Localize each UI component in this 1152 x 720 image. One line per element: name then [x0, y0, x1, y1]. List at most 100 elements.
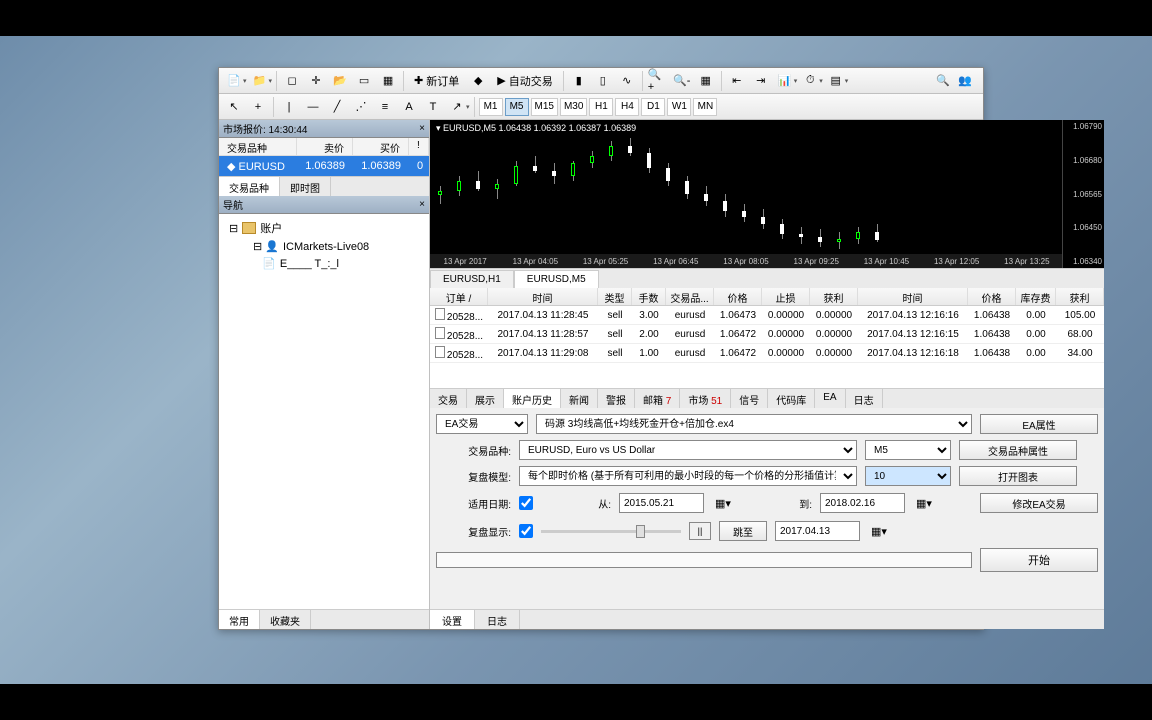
fibo-icon[interactable]: ≡: [374, 96, 396, 118]
close-icon[interactable]: ×: [419, 123, 425, 134]
start-button[interactable]: 开始: [980, 548, 1098, 572]
cursor-icon[interactable]: ↖: [223, 96, 245, 118]
equidist-icon[interactable]: ⋰: [350, 96, 372, 118]
open-icon[interactable]: 📁: [249, 70, 271, 92]
from-date-field[interactable]: [619, 493, 704, 513]
grid-tab[interactable]: 市场 51: [680, 389, 731, 408]
crosshair-icon[interactable]: ✛: [305, 70, 327, 92]
chart-title: ▾ EURUSD,M5 1.06438 1.06392 1.06387 1.06…: [436, 123, 636, 134]
timeframe-D1[interactable]: D1: [641, 98, 665, 116]
table-row[interactable]: 20528...2017.04.13 11:29:08sell1.00eurus…: [430, 344, 1104, 363]
tab-tick-chart[interactable]: 即时图: [280, 177, 331, 196]
zoom-in-icon[interactable]: 🔍+: [647, 70, 669, 92]
nav-icon[interactable]: 📂: [329, 70, 351, 92]
drawing-toolbar: ↖ + | — ╱ ⋰ ≡ A T ↗▾ M1M5M15M30H1H4D1W1M…: [219, 94, 983, 120]
text-icon[interactable]: A: [398, 96, 420, 118]
tab-favorites[interactable]: 收藏夹: [260, 610, 311, 629]
to-label: 到:: [742, 496, 812, 511]
model-label: 复盘模型:: [436, 469, 511, 484]
new-file-icon[interactable]: 📄: [223, 70, 245, 92]
market-watch-columns: 交易品种 卖价 买价 !: [219, 138, 429, 156]
to-date-field[interactable]: [820, 493, 905, 513]
terminal-icon[interactable]: ▭: [353, 70, 375, 92]
profiles-icon[interactable]: ◻: [281, 70, 303, 92]
ea-file-combo[interactable]: 码源 3均线高低+均线死金开仓+倍加仓.ex4: [536, 414, 972, 434]
chart-tab-m5[interactable]: EURUSD,M5: [514, 270, 599, 288]
trendline-icon[interactable]: ╱: [326, 96, 348, 118]
tile-icon[interactable]: ▦: [695, 70, 717, 92]
timeframe-MN[interactable]: MN: [693, 98, 717, 116]
period-combo[interactable]: M5: [865, 440, 951, 460]
arrows-icon[interactable]: ↗: [446, 96, 468, 118]
indicators-icon[interactable]: 📊: [774, 70, 796, 92]
grid-tab[interactable]: 警报: [598, 389, 635, 408]
grid-tab[interactable]: EA: [815, 389, 845, 408]
grid-tab[interactable]: 邮箱 7: [635, 389, 680, 408]
timeframe-W1[interactable]: W1: [667, 98, 691, 116]
use-date-checkbox[interactable]: [519, 496, 533, 510]
search-icon[interactable]: 🔍: [935, 70, 951, 92]
autoscroll-icon[interactable]: ⇥: [750, 70, 772, 92]
calendar-icon[interactable]: ▦▾: [868, 520, 890, 542]
main-toolbar: 📄▾ 📁▾ ◻ ✛ 📂 ▭ ▦ ✚ 新订单 ◆ ▶ 自动交易 ▮ ▯ ∿ 🔍+ …: [219, 68, 983, 94]
grid-tab[interactable]: 代码库: [768, 389, 815, 408]
hline-icon[interactable]: —: [302, 96, 324, 118]
candle-icon[interactable]: ▯: [592, 70, 614, 92]
table-row[interactable]: 20528...2017.04.13 11:28:45sell3.00eurus…: [430, 306, 1104, 325]
pause-button[interactable]: ||: [689, 522, 711, 540]
skip-date-field[interactable]: [775, 521, 860, 541]
shift-icon[interactable]: ⇤: [726, 70, 748, 92]
chart[interactable]: ▾ EURUSD,M5 1.06438 1.06392 1.06387 1.06…: [430, 120, 1104, 268]
calendar-icon[interactable]: ▦▾: [712, 492, 734, 514]
chart-tab-h1[interactable]: EURUSD,H1: [430, 270, 514, 288]
timeframe-H4[interactable]: H4: [615, 98, 639, 116]
tester-tab-journal[interactable]: 日志: [475, 610, 520, 629]
market-row-eurusd[interactable]: ◆ EURUSD 1.06389 1.06389 0: [219, 156, 429, 176]
line-chart-icon[interactable]: ∿: [616, 70, 638, 92]
auto-trade-button[interactable]: ▶ 自动交易: [491, 70, 558, 92]
tester-icon[interactable]: ▦: [377, 70, 399, 92]
grid-tab[interactable]: 日志: [846, 389, 883, 408]
help-icon[interactable]: 👥: [957, 70, 973, 92]
modify-ea-button[interactable]: 修改EA交易: [980, 493, 1098, 513]
tab-common[interactable]: 常用: [219, 610, 260, 629]
timeframe-H1[interactable]: H1: [589, 98, 613, 116]
vline-icon[interactable]: |: [278, 96, 300, 118]
tree-account-item[interactable]: ⊟ 👤 ICMarkets-Live08: [225, 238, 423, 255]
tree-account-item[interactable]: 📄 E____ T_:_l: [225, 255, 423, 272]
table-row[interactable]: 20528...2017.04.13 11:28:57sell2.00eurus…: [430, 325, 1104, 344]
timeframe-M1[interactable]: M1: [479, 98, 503, 116]
ea-properties-button[interactable]: EA属性: [980, 414, 1098, 434]
symbol-combo[interactable]: EURUSD, Euro vs US Dollar: [519, 440, 857, 460]
visual-checkbox[interactable]: [519, 524, 533, 538]
label-icon[interactable]: T: [422, 96, 444, 118]
timeframe-M5[interactable]: M5: [505, 98, 529, 116]
grid-tab[interactable]: 展示: [467, 389, 504, 408]
crosshair2-icon[interactable]: +: [247, 96, 269, 118]
periods-icon[interactable]: ⏱: [799, 70, 821, 92]
strategy-tester: EA交易 码源 3均线高低+均线死金开仓+倍加仓.ex4 EA属性 交易品种: …: [430, 408, 1104, 609]
zoom-out-icon[interactable]: 🔍-: [671, 70, 693, 92]
grid-tab[interactable]: 信号: [731, 389, 768, 408]
tester-type-combo[interactable]: EA交易: [436, 414, 528, 434]
timeframe-M15[interactable]: M15: [531, 98, 558, 116]
tree-accounts[interactable]: ⊟ 账户: [225, 218, 423, 238]
timeframe-M30[interactable]: M30: [560, 98, 587, 116]
grid-tab[interactable]: 交易: [430, 389, 467, 408]
meta-icon[interactable]: ◆: [467, 70, 489, 92]
grid-tab[interactable]: 账户历史: [504, 389, 561, 408]
tester-tab-settings[interactable]: 设置: [430, 610, 475, 629]
speed-slider[interactable]: [541, 530, 681, 533]
open-chart-button[interactable]: 打开图表: [959, 466, 1077, 486]
bar-chart-icon[interactable]: ▮: [568, 70, 590, 92]
grid-tab[interactable]: 新闻: [561, 389, 598, 408]
templates-icon[interactable]: ▤: [825, 70, 847, 92]
new-order-button[interactable]: ✚ 新订单: [408, 70, 465, 92]
symbol-props-button[interactable]: 交易品种属性: [959, 440, 1077, 460]
skip-button[interactable]: 跳至: [719, 521, 767, 541]
tab-symbols[interactable]: 交易品种: [219, 177, 280, 196]
close-icon[interactable]: ×: [419, 199, 425, 210]
model-combo[interactable]: 每个即时价格 (基于所有可利用的最小时段的每一个价格的分形插值计算): [519, 466, 857, 486]
calendar-icon[interactable]: ▦▾: [913, 492, 935, 514]
spread-combo[interactable]: 10: [865, 466, 951, 486]
